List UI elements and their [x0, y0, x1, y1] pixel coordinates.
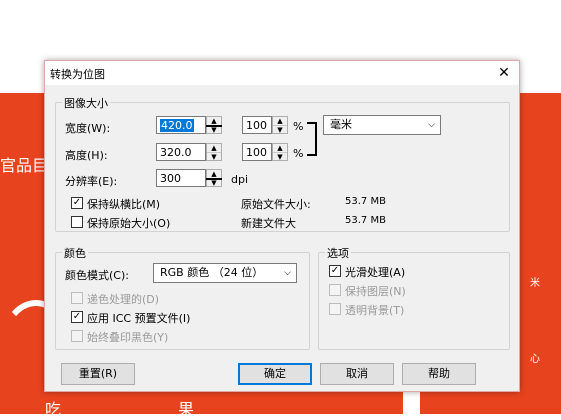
- spin-up-icon[interactable]: ▲: [207, 117, 221, 125]
- reset-button[interactable]: 重置(R): [61, 363, 135, 385]
- height-input[interactable]: 320.0: [156, 143, 206, 161]
- unit-value: 毫米: [330, 118, 352, 131]
- maintain-aspect-checkbox[interactable]: ✓: [71, 197, 83, 209]
- dialog-titlebar: 转换为位图 ✕: [45, 61, 519, 85]
- height-label: 高度(H):: [65, 149, 108, 162]
- dither-label[interactable]: 递色处理的(D): [87, 291, 159, 307]
- height-percent-sign: %: [293, 147, 304, 160]
- spin-up-icon[interactable]: ▲: [273, 117, 287, 125]
- maintain-size-checkbox[interactable]: [71, 216, 83, 228]
- spin-up-icon[interactable]: ▲: [273, 144, 287, 152]
- spin-up-icon[interactable]: ▲: [207, 170, 221, 178]
- color-mode-select[interactable]: RGB 颜色 （24 位） ⌵: [153, 263, 297, 283]
- chevron-down-icon: ⌵: [284, 268, 291, 278]
- new-size-label: 新建文件大: [241, 217, 296, 230]
- original-size-value: 53.7 MB: [345, 196, 386, 207]
- width-input[interactable]: 420.0: [156, 116, 206, 134]
- width-percent-sign: %: [293, 120, 304, 133]
- cancel-button[interactable]: 取消: [320, 363, 394, 385]
- width-percent-spinner[interactable]: ▲ ▼: [272, 116, 288, 134]
- unit-select[interactable]: 毫米 ⌵: [323, 115, 441, 135]
- width-value: 420.0: [160, 119, 194, 132]
- background-text-left: 官品目: [0, 156, 49, 175]
- background-side-char-1: 米: [530, 278, 540, 289]
- resolution-link-line: [206, 178, 222, 180]
- width-link-line: [206, 125, 222, 127]
- height-spinner[interactable]: ▲ ▼: [206, 143, 222, 161]
- color-mode-label: 颜色模式(C):: [65, 269, 129, 282]
- transparent-bg-label[interactable]: 透明背景(T): [345, 302, 404, 318]
- overprint-checkbox[interactable]: [71, 330, 83, 342]
- spin-down-icon[interactable]: ▼: [273, 125, 287, 134]
- transparent-bg-checkbox[interactable]: [329, 303, 341, 315]
- spin-down-icon[interactable]: ▼: [207, 152, 221, 161]
- apply-icc-label[interactable]: 应用 ICC 预置文件(I): [87, 310, 190, 326]
- resolution-unit: dpi: [231, 173, 249, 186]
- anti-alias-checkbox[interactable]: ✓: [329, 265, 341, 277]
- dialog-title: 转换为位图: [50, 68, 105, 81]
- resolution-input[interactable]: 300: [156, 169, 206, 187]
- new-size-value: 53.7 MB: [345, 215, 386, 226]
- apply-icc-checkbox[interactable]: ✓: [71, 311, 83, 323]
- chevron-down-icon: ⌵: [428, 120, 435, 130]
- height-percent-input[interactable]: 100: [242, 143, 272, 161]
- overprint-label[interactable]: 始终叠印黑色(Y): [87, 329, 168, 345]
- dither-checkbox[interactable]: [71, 292, 83, 304]
- background-text-bottom-left: 吃: [45, 400, 62, 419]
- options-group-title: 选项: [325, 245, 351, 261]
- image-size-group-title: 图像大小: [62, 95, 110, 111]
- percent-link-bracket: [307, 122, 317, 156]
- ok-button[interactable]: 确定: [238, 363, 312, 385]
- height-percent-spinner[interactable]: ▲ ▼: [272, 143, 288, 161]
- spin-up-icon[interactable]: ▲: [207, 144, 221, 152]
- resolution-label: 分辨率(E):: [65, 175, 118, 188]
- close-icon[interactable]: ✕: [489, 61, 519, 85]
- background-side-char-2: 心: [530, 354, 540, 365]
- width-label: 宽度(W):: [65, 122, 111, 135]
- help-button[interactable]: 帮助: [402, 363, 476, 385]
- color-group-title: 颜色: [62, 245, 88, 261]
- convert-to-bitmap-dialog: 转换为位图 ✕ 图像大小 宽度(W): 420.0 ▲ ▼ 100 ▲ ▼ % 高度…: [44, 60, 520, 392]
- width-percent-input[interactable]: 100: [242, 116, 272, 134]
- maintain-size-label[interactable]: 保持原始大小(O): [87, 215, 170, 231]
- keep-layers-label[interactable]: 保持图层(N): [345, 283, 406, 299]
- color-mode-value: RGB 颜色 （24 位）: [160, 266, 264, 279]
- maintain-aspect-label[interactable]: 保持纵横比(M): [87, 196, 160, 212]
- spin-down-icon[interactable]: ▼: [273, 152, 287, 161]
- background-text-bottom-mid: 果: [178, 400, 195, 419]
- anti-alias-label[interactable]: 光滑处理(A): [345, 264, 405, 280]
- keep-layers-checkbox[interactable]: [329, 284, 341, 296]
- original-size-label: 原始文件大小:: [241, 198, 311, 211]
